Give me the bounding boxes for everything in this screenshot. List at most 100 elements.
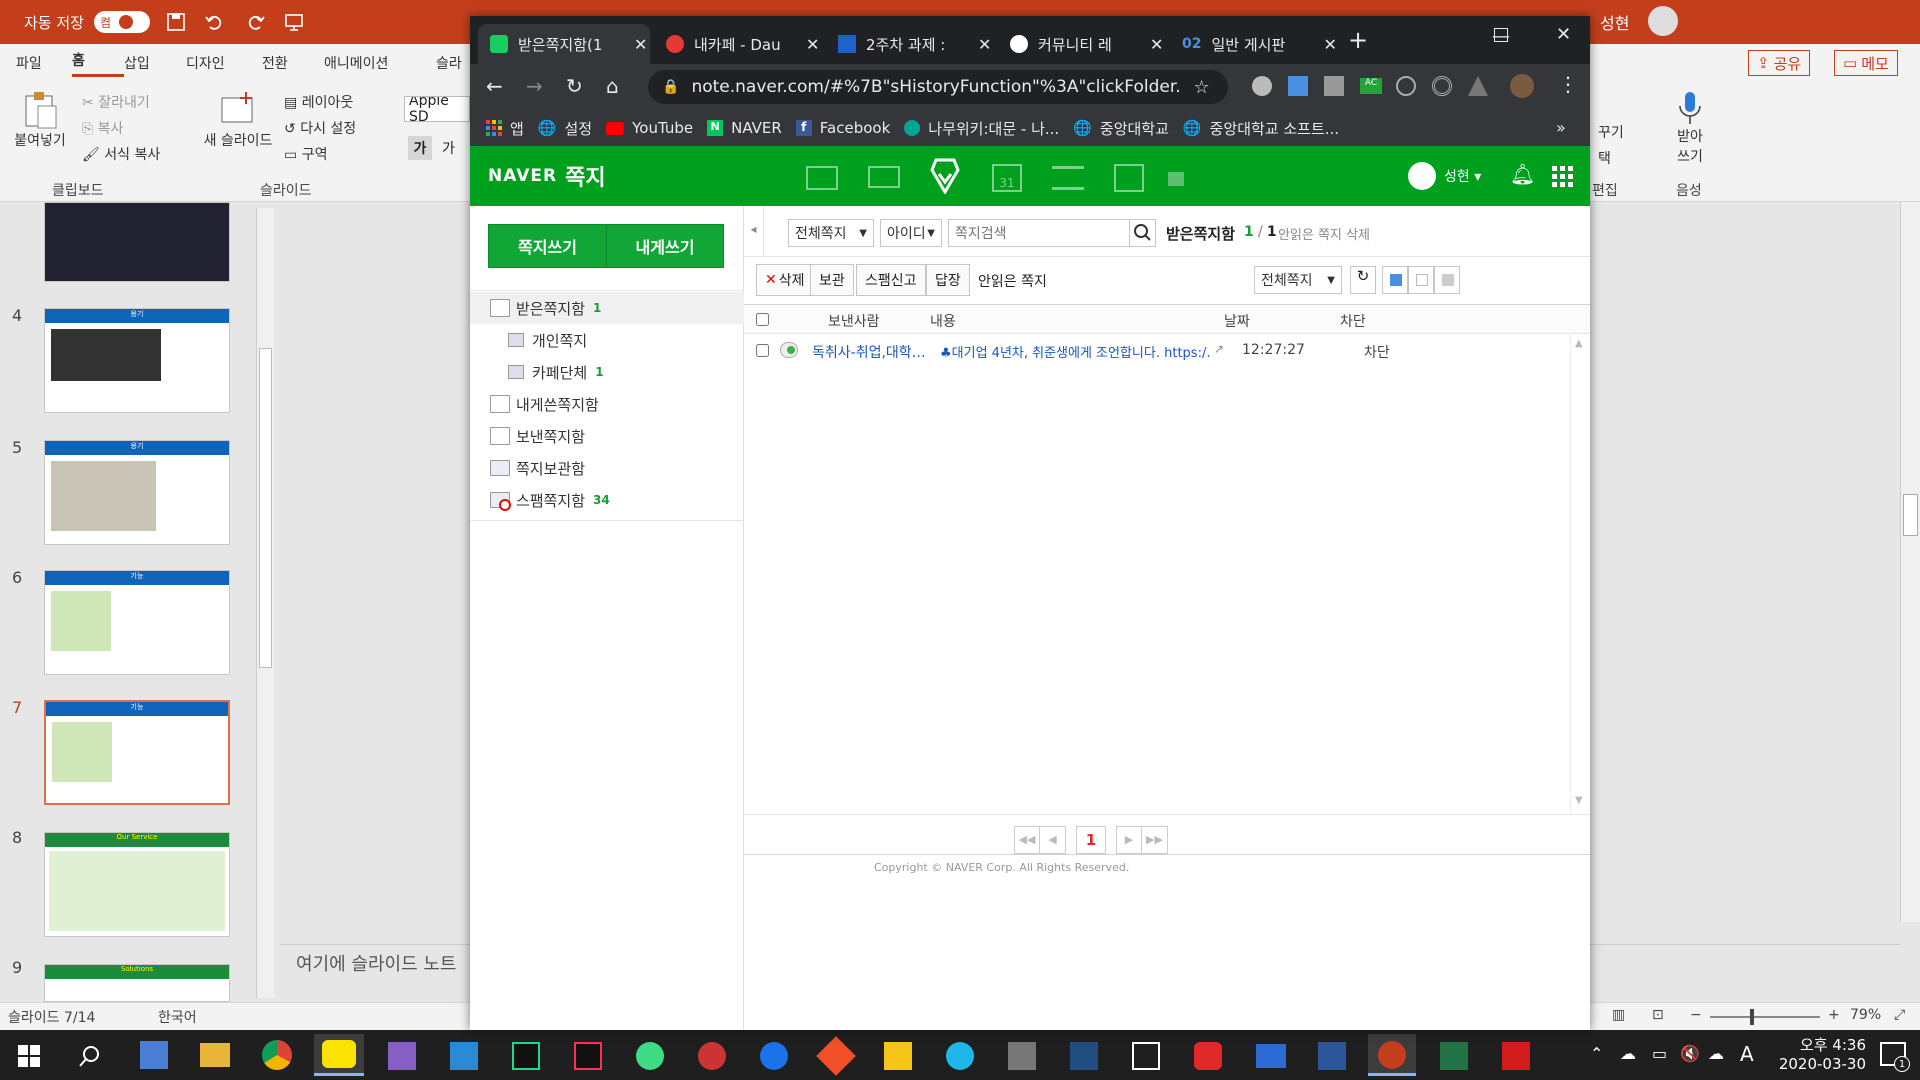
select-all-checkbox[interactable] (756, 313, 769, 326)
row-sender[interactable]: 독취사-취업,대학… (812, 342, 930, 362)
write-note-button[interactable]: 쪽지쓰기 (488, 224, 606, 268)
decorate-button[interactable]: 꾸기 (1598, 122, 1624, 142)
adblock-icon[interactable]: AC (1360, 78, 1382, 94)
redo-icon[interactable] (246, 12, 266, 32)
font-style-button[interactable]: 가 (442, 138, 455, 158)
mail-icon[interactable] (1256, 1044, 1286, 1068)
slide-thumbnail-4[interactable]: 용기 (44, 308, 230, 413)
memo-icon[interactable] (1114, 164, 1144, 192)
close-icon[interactable]: ✕ (978, 35, 991, 54)
drive-icon[interactable] (1468, 76, 1488, 96)
app-icon[interactable] (698, 1042, 726, 1070)
tab-daum-cafe[interactable]: 내카페 - Dau ✕ (654, 24, 822, 64)
row-checkbox[interactable] (756, 344, 769, 357)
keep-button[interactable]: 보관 (810, 264, 854, 296)
write-self-button[interactable]: 내게쓰기 (606, 224, 724, 268)
window-close-button[interactable]: ✕ (1556, 24, 1571, 45)
thumbnail-scrollbar[interactable] (256, 208, 274, 998)
presentation-icon[interactable] (284, 12, 304, 32)
vm-icon[interactable] (1008, 1042, 1036, 1070)
extension-icon[interactable] (1324, 76, 1344, 96)
mysql-icon[interactable] (1070, 1042, 1098, 1070)
star-app-icon[interactable] (884, 1042, 912, 1070)
list-scrollbar[interactable]: ▲ ▼ (1570, 334, 1590, 814)
cut-button[interactable]: ✂ 잘라내기 (82, 92, 150, 112)
contacts-icon[interactable] (1052, 166, 1084, 190)
bookmark-namuwiki[interactable]: 나무위키:대문 - 나... (904, 110, 1059, 146)
bookmark-cau[interactable]: 🌐 중앙대학교 (1073, 110, 1169, 146)
reply-button[interactable]: 답장 (926, 264, 970, 296)
slideshow-icon[interactable]: ⊡ (1652, 1007, 1664, 1023)
taskbar-powerpoint[interactable] (1368, 1034, 1416, 1076)
maximize-button[interactable] (1494, 28, 1508, 42)
close-icon[interactable]: ✕ (806, 35, 819, 54)
excel-icon[interactable] (1440, 1042, 1468, 1070)
undo-icon[interactable] (204, 12, 224, 32)
memo-button[interactable]: ▭ 메모 (1834, 50, 1898, 76)
bookmark-youtube[interactable]: YouTube (606, 110, 693, 146)
volume-mute-icon[interactable]: 🔇 (1680, 1044, 1700, 1063)
maps-icon[interactable] (760, 1042, 788, 1070)
copy-button[interactable]: ⎘ 복사 (82, 118, 123, 138)
folder-storage[interactable]: 쪽지보관함 (490, 452, 585, 484)
table-row[interactable]: 독취사-취업,대학… ♣대기업 4년차, 취준생에게 조언합니다. https:… (744, 334, 1570, 368)
extension-icon[interactable] (1432, 76, 1452, 96)
autosave-toggle[interactable]: 켬 (93, 11, 150, 33)
tab-assignment[interactable]: 2주차 과제 : ✕ (826, 24, 994, 64)
current-page[interactable]: 1 (1076, 826, 1106, 854)
last-page-icon[interactable]: ▶▶ (1142, 826, 1168, 854)
next-page-icon[interactable]: ▶ (1116, 826, 1142, 854)
more-menu-icon[interactable]: ⋮ (1558, 72, 1578, 96)
close-icon[interactable]: ✕ (1323, 35, 1336, 54)
mail-icon[interactable] (868, 166, 900, 188)
share-button[interactable]: ⇪ 공유 (1748, 50, 1811, 76)
windows-start-icon[interactable] (18, 1045, 40, 1067)
folder-inbox[interactable]: 받은쪽지함 1 (470, 292, 744, 324)
layout-button[interactable]: ▤ 레이아웃 (284, 92, 353, 112)
folder-cafe-group[interactable]: 카페단체 1 (508, 356, 604, 388)
search-scope-select[interactable]: 전체쪽지 ▼ (788, 219, 874, 247)
more-services-icon[interactable] (1168, 172, 1184, 186)
clock[interactable]: 오후 4:36 2020-03-30 (1774, 1034, 1866, 1073)
app-red-icon[interactable] (1194, 1042, 1222, 1070)
zoom-in-icon[interactable]: + (1828, 1007, 1840, 1023)
bookmark-cau-software[interactable]: 🌐 중앙대학교 소프트... (1183, 110, 1339, 146)
delete-button[interactable]: ✕ 삭제 (756, 264, 814, 296)
apps-grid-icon[interactable] (1552, 166, 1573, 187)
forward-icon[interactable]: → (526, 74, 543, 98)
section-button[interactable]: ▭ 구역 (284, 144, 327, 164)
view-preview-icon[interactable] (1434, 266, 1460, 294)
naver-home-icon[interactable] (806, 166, 838, 190)
dictate-button[interactable]: 받아 쓰기 (1660, 90, 1720, 166)
reset-button[interactable]: ↺ 다시 설정 (284, 118, 356, 138)
paste-button[interactable]: 붙여넣기 (10, 90, 70, 150)
naver-user-name[interactable]: 성현 ▾ (1444, 166, 1481, 186)
docker-icon[interactable] (946, 1042, 974, 1070)
tab-transitions[interactable]: 전환 (262, 53, 324, 73)
slide-thumbnail-5[interactable]: 용기 (44, 440, 230, 545)
note-icon[interactable] (928, 158, 962, 194)
unread-filter-link[interactable]: 안읽은 쪽지 (978, 271, 1047, 291)
folder-self-written[interactable]: 내게쓴쪽지함 (490, 388, 599, 420)
delete-unread-link[interactable]: 안읽은 쪽지 삭제 (1278, 224, 1370, 243)
editor-scrollbar[interactable] (1900, 202, 1920, 922)
view-split-icon[interactable] (1408, 266, 1434, 294)
fit-slide-icon[interactable]: ⤢ (1894, 1007, 1905, 1023)
search-icon[interactable] (78, 1044, 102, 1068)
bookmark-facebook[interactable]: f Facebook (795, 110, 890, 146)
calendar-icon[interactable]: 31 (992, 164, 1022, 192)
zoom-slider[interactable] (1710, 1016, 1820, 1018)
view-normal-icon[interactable]: ▥ (1612, 1007, 1625, 1023)
zoom-out-icon[interactable]: − (1690, 1007, 1702, 1023)
intellij-icon[interactable] (574, 1042, 602, 1070)
network-icon[interactable]: ▭ (1652, 1044, 1667, 1063)
slide-thumbnail-3[interactable] (44, 202, 230, 282)
service-title[interactable]: 쪽지 (565, 160, 605, 192)
font-name-input[interactable]: Apple SD (404, 96, 470, 122)
extension-icon[interactable] (1288, 76, 1308, 96)
row-content[interactable]: ♣대기업 4년차, 취준생에게 조언합니다. https:/… (940, 342, 1210, 361)
format-painter-button[interactable]: 🖌 서식 복사 (82, 144, 160, 164)
new-tab-button[interactable]: + (1348, 26, 1368, 54)
report-spam-button[interactable]: 스팸신고 (856, 264, 926, 296)
zoom-slider-thumb[interactable] (1750, 1009, 1754, 1025)
